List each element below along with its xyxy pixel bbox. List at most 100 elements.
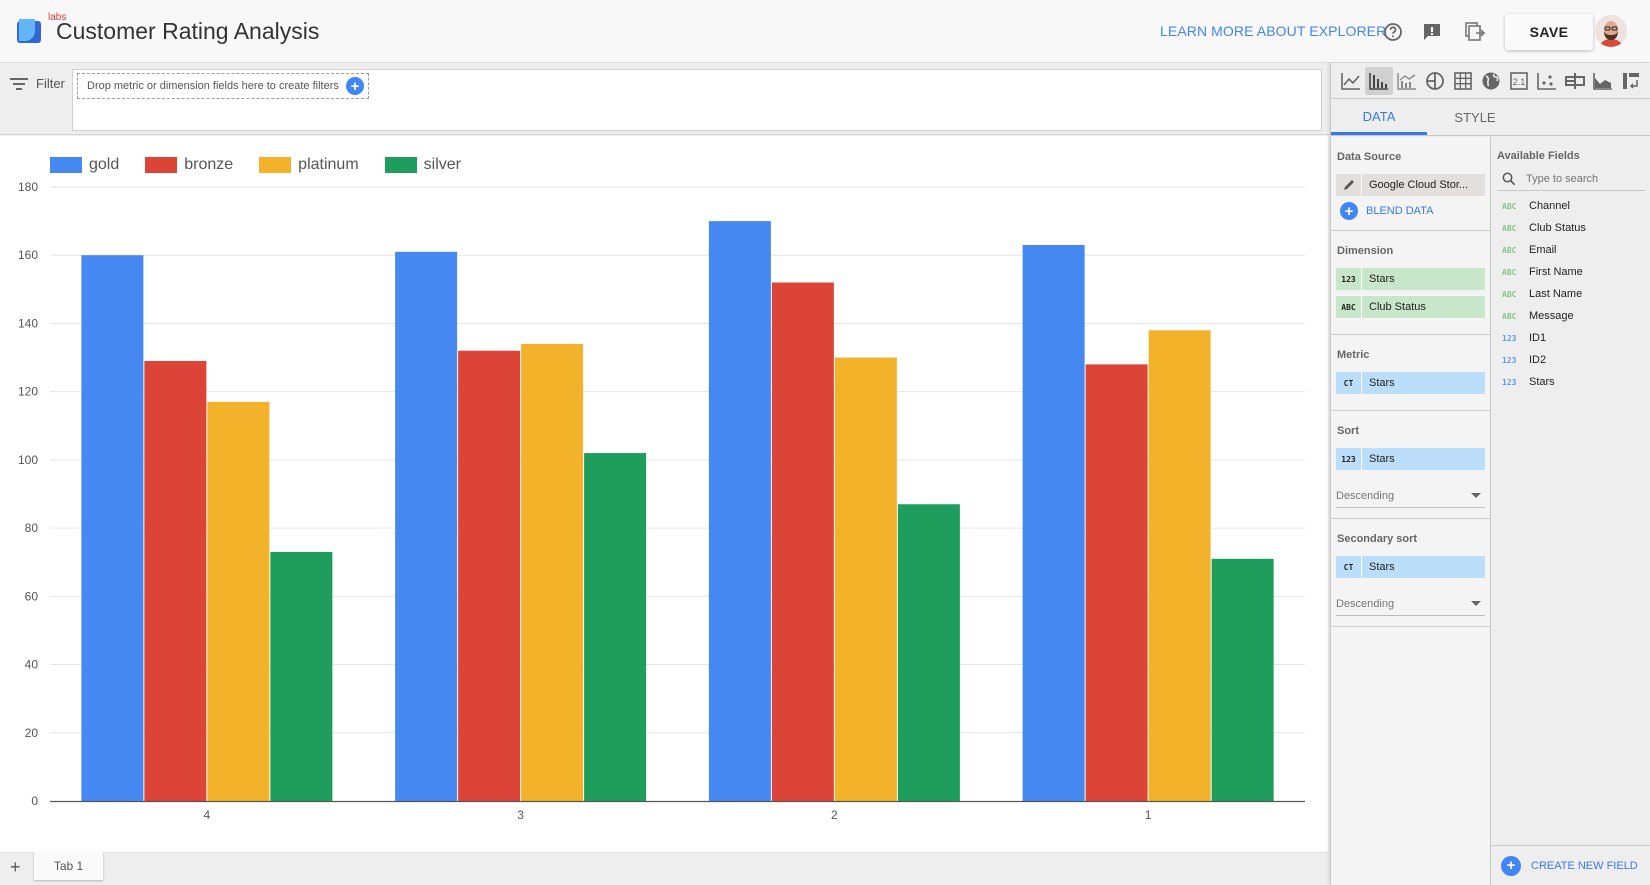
filter-drop-zone[interactable]: Drop metric or dimension fields here to … — [72, 69, 1322, 131]
data-source-title: Data Source — [1337, 151, 1402, 163]
bar-platinum-3[interactable] — [521, 343, 584, 801]
number-type-icon: 123 — [1502, 377, 1517, 387]
bullet-chart-icon[interactable] — [1561, 67, 1589, 95]
scorecard-icon[interactable]: 2.1 — [1505, 67, 1533, 95]
field-label: Stars — [1529, 376, 1555, 388]
bar-gold-3[interactable] — [395, 251, 458, 802]
bar-platinum-1[interactable] — [1148, 330, 1211, 801]
time-series-chart-icon[interactable] — [1337, 67, 1365, 95]
bar-silver-1[interactable] — [1211, 558, 1274, 801]
chart-type-toolbar: 2.1 — [1331, 63, 1650, 99]
help-icon[interactable] — [1381, 20, 1405, 44]
tab-style[interactable]: STYLE — [1427, 100, 1523, 135]
blend-data-button[interactable]: + BLEND DATA — [1340, 202, 1485, 220]
pie-chart-icon[interactable] — [1421, 67, 1449, 95]
secondary-sort-order-select[interactable]: Descending — [1336, 592, 1485, 616]
field-item[interactable]: ABC Message — [1497, 305, 1647, 327]
bar-chart[interactable]: 0 20 40 60 80 100 120 140 160 180 4 3 2 1 — [0, 136, 1328, 852]
number-type-icon: 123 — [1502, 355, 1517, 365]
save-button[interactable]: SAVE — [1505, 14, 1593, 50]
report-title[interactable]: Customer Rating Analysis — [56, 18, 319, 45]
field-item[interactable]: 123 ID1 — [1497, 327, 1647, 349]
bar-silver-4[interactable] — [270, 551, 333, 801]
filter-button[interactable]: Filter — [10, 76, 65, 91]
bar-bronze-4[interactable] — [144, 360, 207, 801]
filter-label: Filter — [36, 76, 65, 91]
dimension-chip-stars[interactable]: 123 Stars — [1336, 268, 1485, 290]
bar-gold-4[interactable] — [81, 255, 144, 801]
page-tab[interactable]: Tab 1 — [34, 852, 103, 880]
bar-silver-3[interactable] — [584, 453, 647, 801]
pivot-table-icon[interactable] — [1617, 67, 1645, 95]
dimension-title: Dimension — [1337, 245, 1394, 257]
data-source-section: Data Source Google Cloud Stor... + BLEND… — [1331, 137, 1490, 231]
feedback-icon[interactable] — [1420, 20, 1444, 44]
field-search-input[interactable] — [1526, 172, 1636, 185]
bar-platinum-4[interactable] — [207, 401, 270, 801]
combo-chart-icon[interactable] — [1393, 67, 1421, 95]
data-source-chip[interactable]: Google Cloud Stor... — [1336, 174, 1485, 196]
dimension-label: Stars — [1369, 273, 1395, 285]
count-type-icon: CT — [1336, 556, 1362, 578]
bar-platinum-2[interactable] — [834, 357, 897, 801]
filter-hint-text: Drop metric or dimension fields here to … — [87, 80, 339, 92]
create-new-field-button[interactable]: + CREATE NEW FIELD — [1491, 845, 1650, 885]
add-page-button[interactable]: + — [10, 857, 21, 878]
app-header: labs Customer Rating Analysis LEARN MORE… — [0, 0, 1650, 63]
field-label: ID1 — [1529, 332, 1547, 344]
add-filter-icon[interactable]: + — [346, 77, 364, 95]
sort-order-select[interactable]: Descending — [1336, 484, 1485, 508]
export-icon[interactable] — [1463, 20, 1487, 44]
sort-section: Sort 123 Stars Descending — [1331, 411, 1490, 519]
field-label: Last Name — [1529, 288, 1583, 300]
field-item[interactable]: 123 Stars — [1497, 371, 1647, 393]
available-fields-column: Available Fields ABC Channel ABC Club Statu… — [1491, 137, 1650, 885]
bar-bronze-2[interactable] — [771, 282, 834, 801]
geo-map-icon[interactable] — [1477, 67, 1505, 95]
text-type-icon: ABC — [1502, 289, 1517, 299]
metric-section: Metric CT Stars — [1331, 335, 1490, 411]
sort-field-label: Stars — [1369, 453, 1395, 465]
secondary-sort-section: Secondary sort CT Stars Descending — [1331, 519, 1490, 627]
bar-bronze-1[interactable] — [1085, 364, 1148, 801]
field-search[interactable] — [1497, 167, 1645, 191]
field-item[interactable]: ABC Club Status — [1497, 217, 1647, 239]
available-fields-title: Available Fields — [1497, 150, 1580, 162]
data-studio-logo-icon — [17, 19, 41, 43]
scatter-chart-icon[interactable] — [1533, 67, 1561, 95]
field-item[interactable]: ABC Channel — [1497, 195, 1647, 217]
bar-bronze-3[interactable] — [458, 350, 521, 801]
dimension-label: Club Status — [1369, 301, 1426, 313]
x-tick-label: 4 — [204, 808, 211, 822]
bar-silver-2[interactable] — [897, 504, 960, 801]
y-tick-label: 120 — [18, 385, 38, 399]
text-type-icon: ABC — [1502, 245, 1517, 255]
metric-chip-stars[interactable]: CT Stars — [1336, 372, 1485, 394]
field-item[interactable]: ABC Last Name — [1497, 283, 1647, 305]
field-item[interactable]: ABC Email — [1497, 239, 1647, 261]
y-tick-label: 20 — [25, 726, 39, 740]
dimension-chip-club-status[interactable]: ABC Club Status — [1336, 296, 1485, 318]
secondary-sort-chip-stars[interactable]: CT Stars — [1336, 556, 1485, 578]
tab-data[interactable]: DATA — [1331, 100, 1427, 135]
field-item[interactable]: ABC First Name — [1497, 261, 1647, 283]
bar-chart-icon[interactable] — [1365, 66, 1393, 95]
area-chart-icon[interactable] — [1589, 67, 1617, 95]
bar-gold-2[interactable] — [708, 221, 771, 802]
table-chart-icon[interactable] — [1449, 67, 1477, 95]
edit-pencil-icon[interactable] — [1336, 174, 1362, 196]
filter-hint[interactable]: Drop metric or dimension fields here to … — [77, 73, 369, 99]
blend-data-label: BLEND DATA — [1366, 205, 1434, 217]
filter-bar: Filter Drop metric or dimension fields h… — [0, 63, 1330, 135]
page-tabs-bar: + Tab 1 — [0, 852, 1328, 885]
search-icon — [1502, 172, 1516, 185]
learn-more-link[interactable]: LEARN MORE ABOUT EXPLORER — [1160, 23, 1386, 39]
y-tick-label: 60 — [25, 589, 39, 603]
create-new-field-label: CREATE NEW FIELD — [1531, 859, 1638, 872]
secondary-sort-title: Secondary sort — [1337, 533, 1418, 545]
user-avatar[interactable] — [1595, 15, 1627, 47]
bar-gold-1[interactable] — [1022, 244, 1085, 801]
field-item[interactable]: 123 ID2 — [1497, 349, 1647, 371]
sort-chip-stars[interactable]: 123 Stars — [1336, 448, 1485, 470]
secondary-sort-order-value: Descending — [1336, 597, 1395, 610]
